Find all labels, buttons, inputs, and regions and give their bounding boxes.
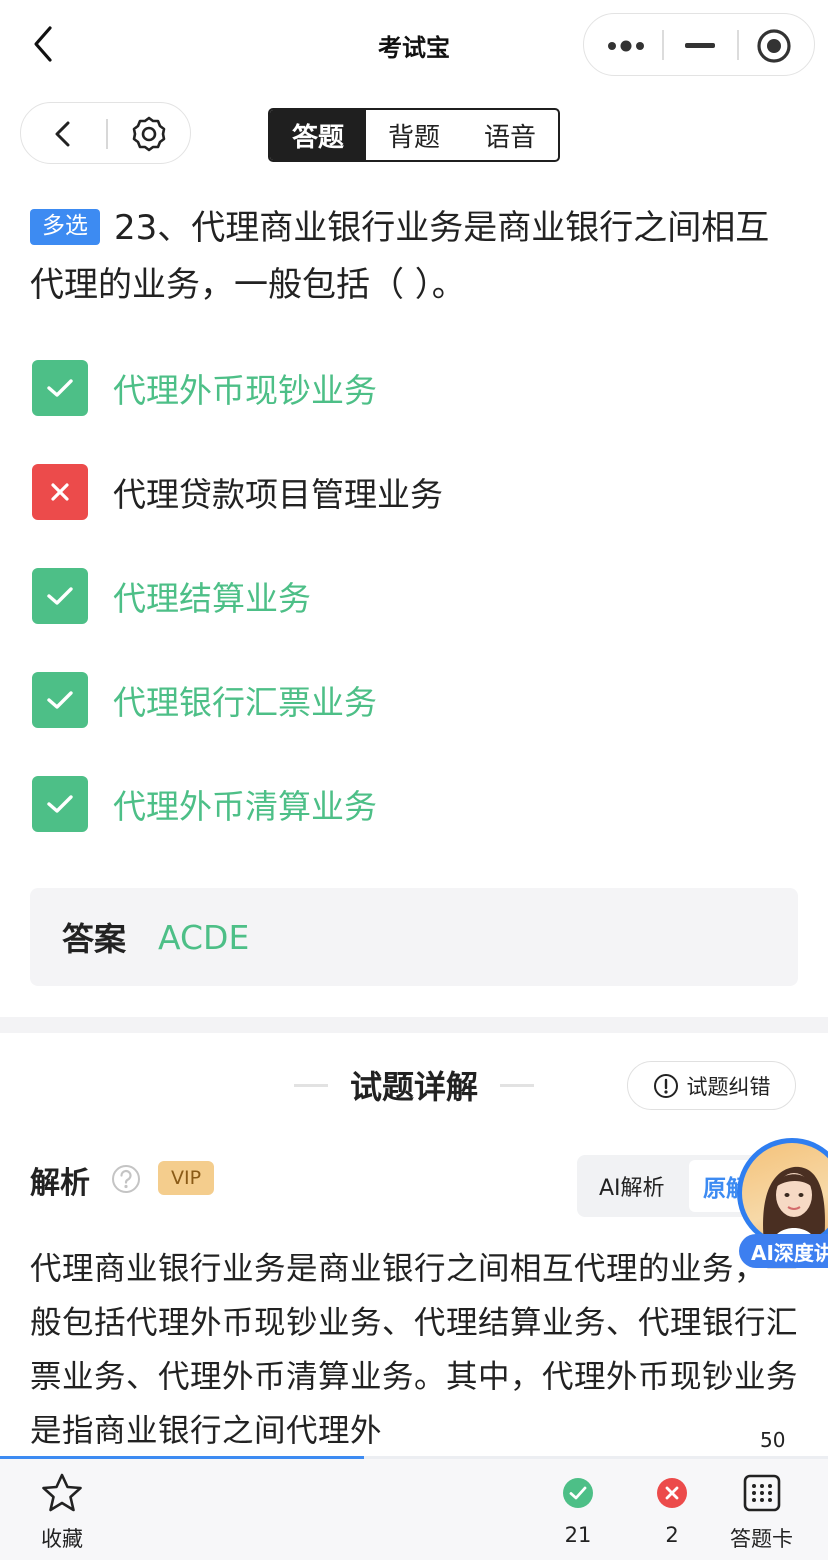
tab-voice-mode[interactable]: 语音 — [462, 110, 558, 160]
minimize-icon[interactable] — [662, 14, 738, 77]
tab-answer-mode[interactable]: 答题 — [270, 110, 366, 160]
check-icon — [32, 776, 88, 832]
question-text: 23、代理商业银行业务是商业银行之间相互代理的业务，一般包括（ ）。 — [30, 208, 770, 305]
correct-count: 21 — [564, 1523, 592, 1547]
analysis-text: 代理商业银行业务是商业银行之间相互代理的业务，一般包括代理外币现钞业务、代理结算… — [30, 1251, 799, 1449]
check-icon — [32, 672, 88, 728]
ai-deep-explain-button[interactable]: AI深度讲 — [737, 1138, 828, 1268]
close-target-icon[interactable] — [736, 14, 812, 77]
report-error-label: 试题纠错 — [686, 1074, 771, 1099]
vip-badge: VIP — [158, 1161, 214, 1195]
correct-check-icon — [562, 1471, 594, 1515]
correct-count-button[interactable]: 21 — [562, 1471, 594, 1547]
question-stem: 多选 23、代理商业银行业务是商业银行之间相互代理的业务，一般包括（ ）。 — [30, 200, 800, 314]
mode-tabs: 答题 背题 语音 — [268, 108, 560, 162]
more-icon[interactable] — [588, 14, 664, 77]
wrong-cross-icon — [656, 1471, 688, 1515]
option-label: 代理结算业务 — [113, 579, 311, 618]
bottom-bar: 收藏 21 2 答题卡 — [0, 1459, 828, 1560]
favorite-button[interactable]: 收藏 — [40, 1471, 84, 1553]
option-e[interactable]: 代理外币清算业务 — [32, 776, 792, 832]
question-help-icon[interactable] — [111, 1164, 141, 1198]
option-label: 代理银行汇票业务 — [113, 683, 377, 722]
option-a[interactable]: 代理外币现钞业务 — [32, 360, 792, 416]
answer-label: 答案 — [62, 920, 127, 958]
previous-question-icon[interactable] — [21, 103, 105, 165]
answer-card-button[interactable]: 答题卡 — [730, 1471, 793, 1553]
question-type-badge: 多选 — [30, 209, 100, 245]
title-bar: 考试宝 — [0, 0, 828, 90]
option-c[interactable]: 代理结算业务 — [32, 568, 792, 624]
exclamation-circle-icon — [653, 1073, 679, 1099]
analysis-label: 解析 — [30, 1166, 92, 1202]
tab-memorize-mode[interactable]: 背题 — [366, 110, 462, 160]
settings-gear-icon[interactable] — [107, 103, 191, 165]
detail-heading: 试题详解 — [290, 1060, 538, 1110]
option-label: 代理外币现钞业务 — [113, 371, 377, 410]
wrong-count: 2 — [665, 1523, 679, 1547]
miniprogram-capsule — [583, 13, 815, 76]
report-error-button[interactable]: 试题纠错 — [627, 1061, 796, 1110]
star-icon — [40, 1471, 84, 1515]
ai-deep-explain-label: AI深度讲 — [739, 1234, 828, 1268]
option-b[interactable]: 代理贷款项目管理业务 — [32, 464, 792, 520]
question-total-count: 50 — [760, 1428, 786, 1452]
section-divider — [0, 1017, 828, 1033]
cross-icon — [32, 464, 88, 520]
option-label: 代理外币清算业务 — [113, 787, 377, 826]
option-d[interactable]: 代理银行汇票业务 — [32, 672, 792, 728]
wrong-count-button[interactable]: 2 — [656, 1471, 688, 1547]
question-nav-pill — [20, 102, 191, 164]
answer-card-label: 答题卡 — [730, 1527, 793, 1551]
detail-heading-text: 试题详解 — [349, 1068, 478, 1106]
check-icon — [32, 568, 88, 624]
check-icon — [32, 360, 88, 416]
ai-tutor-avatar — [737, 1138, 828, 1248]
answer-box: 答案 ACDE — [30, 888, 798, 986]
option-label: 代理贷款项目管理业务 — [113, 475, 443, 514]
favorite-label: 收藏 — [41, 1527, 83, 1551]
answer-value: ACDE — [158, 917, 250, 957]
ai-analysis-tab[interactable]: AI解析 — [599, 1155, 665, 1217]
grid-calendar-icon — [742, 1471, 782, 1515]
